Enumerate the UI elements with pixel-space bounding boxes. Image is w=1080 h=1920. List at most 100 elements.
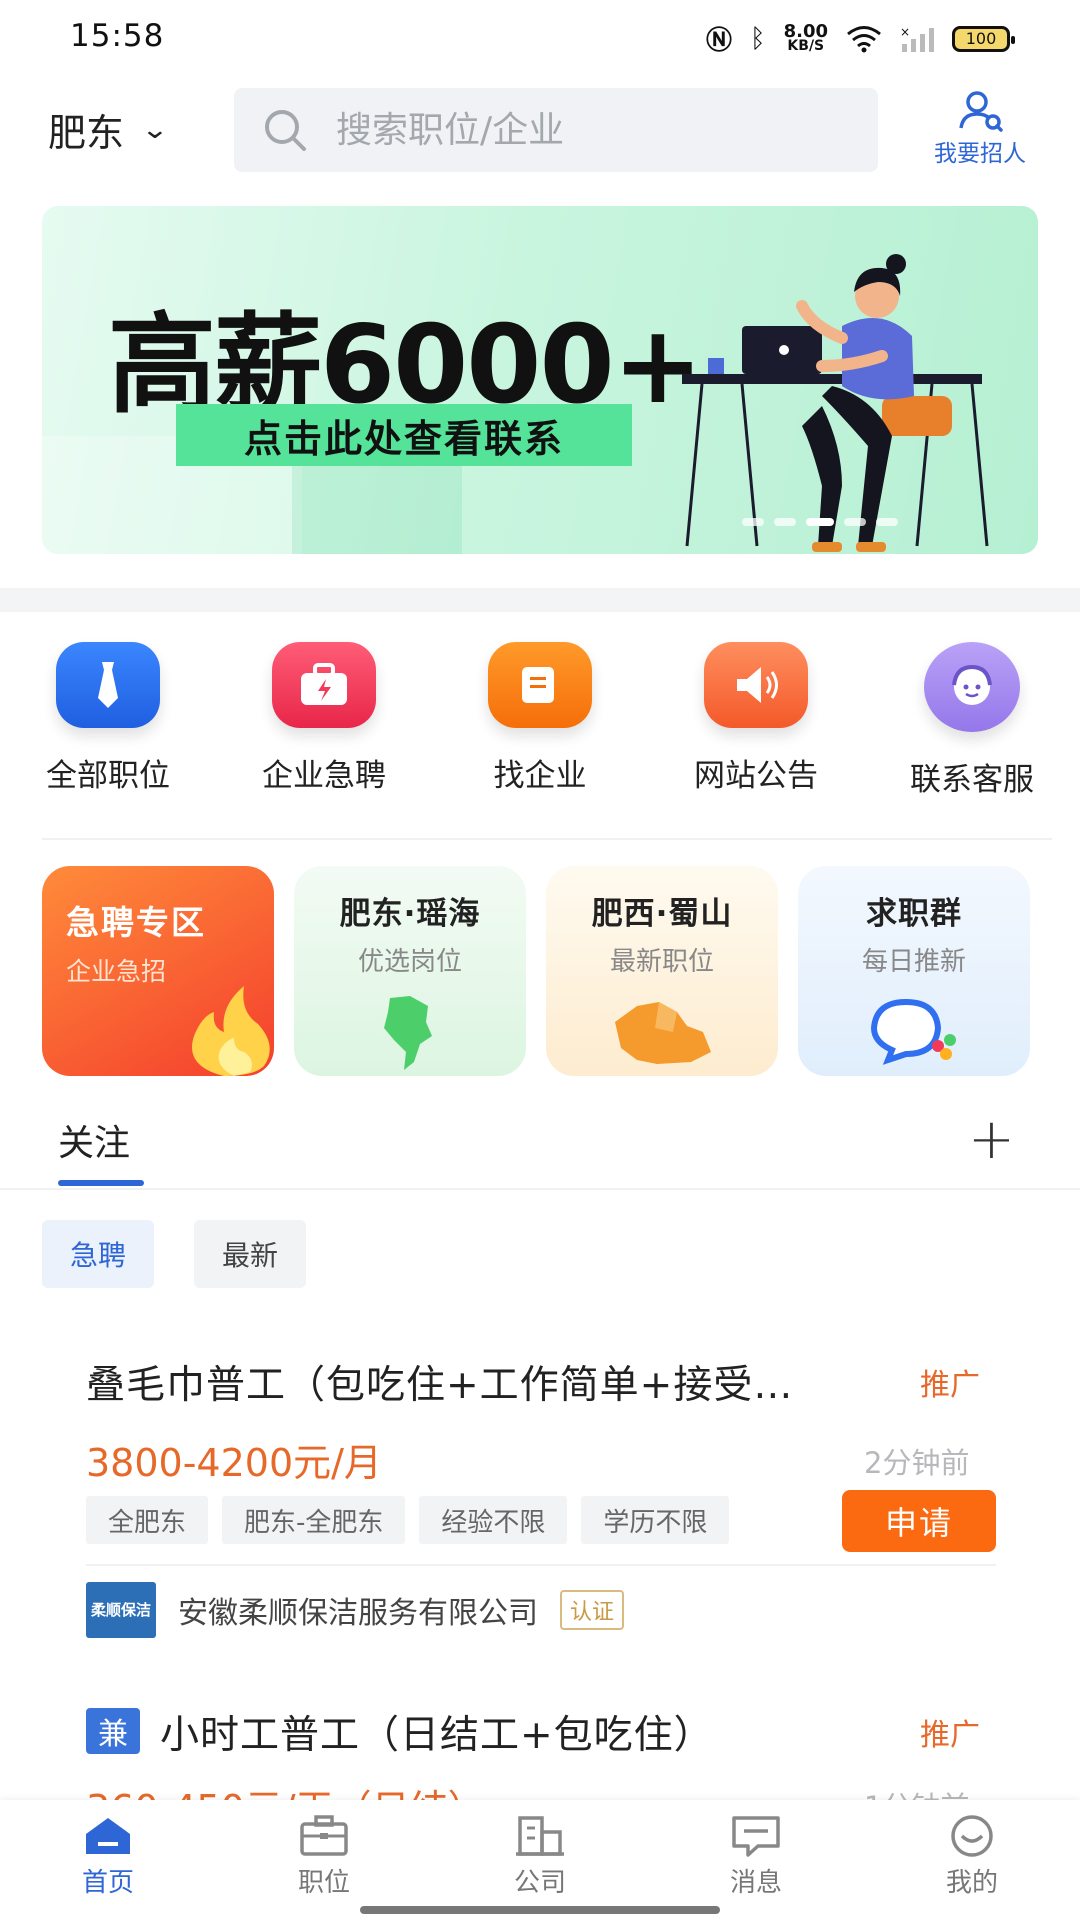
building-icon — [516, 1816, 564, 1856]
tab-follow[interactable]: 关注 — [58, 1114, 130, 1166]
nav-label: 我的 — [945, 1868, 998, 1898]
job-salary: 3800-4200元/月 — [86, 1441, 382, 1485]
carousel-dot[interactable] — [742, 518, 764, 526]
battery-icon: 100 — [952, 25, 1015, 52]
recruit-button[interactable]: 我要招人 — [920, 90, 1040, 168]
card-subtitle: 优选岗位 — [357, 947, 462, 977]
company-logo: 柔顺保洁 — [86, 1582, 156, 1638]
entry-label: 企业急聘 — [262, 758, 386, 794]
card-urgent-zone[interactable]: 急聘专区 企业急招 — [42, 866, 274, 1076]
nav-label: 消息 — [729, 1868, 782, 1898]
banner-subline: 点击此处查看联系 — [176, 404, 632, 466]
home-icon — [86, 1818, 130, 1854]
header: 肥东 ⌄ 我要招人 — [0, 80, 1080, 190]
promo-badge: 推广 — [920, 1718, 980, 1753]
card-subtitle: 每日推新 — [861, 947, 966, 977]
entry-label: 找企业 — [493, 758, 587, 794]
nav-company[interactable]: 公司 — [432, 1814, 648, 1899]
job-tag: 学历不限 — [581, 1496, 730, 1544]
bluetooth-icon: ᛒ — [749, 23, 766, 54]
flame-icon — [192, 986, 270, 1076]
home-indicator[interactable] — [360, 1906, 720, 1914]
card-feixi-shushan[interactable]: 肥西·蜀山 最新职位 — [546, 866, 778, 1076]
job-tag: 经验不限 — [419, 1496, 568, 1544]
job-title: 小时工普工（日结工+包吃住） — [160, 1713, 714, 1758]
orange-map-icon — [615, 1002, 711, 1064]
card-subtitle: 最新职位 — [609, 947, 714, 977]
filter-bar: 急聘 最新 — [0, 1190, 1080, 1304]
net-speed-unit: KB/S — [787, 37, 825, 54]
tab-active-indicator — [58, 1180, 144, 1186]
chat-group-icon — [870, 998, 956, 1065]
card-feidong-yaohai[interactable]: 肥东·瑶海 优选岗位 — [294, 866, 526, 1076]
job-title: 叠毛巾普工（包吃住+工作简单+接受… — [86, 1363, 794, 1408]
entry-find-company[interactable]: 找企业 — [432, 642, 648, 795]
filter-latest[interactable]: 最新 — [194, 1220, 307, 1288]
divider — [86, 1564, 996, 1566]
briefcase-flash-icon — [272, 642, 376, 728]
nav-messages[interactable]: 消息 — [648, 1814, 864, 1899]
entry-label: 全部职位 — [46, 758, 170, 794]
smile-icon — [951, 1815, 993, 1857]
recruit-person-icon — [959, 91, 1003, 132]
nav-home[interactable]: 首页 — [0, 1814, 216, 1899]
entry-announcements[interactable]: 网站公告 — [648, 642, 864, 795]
company-name: 安徽柔顺保洁服务有限公司 — [178, 1596, 538, 1631]
speaker-icon — [704, 642, 808, 728]
part-time-badge: 兼 — [86, 1708, 140, 1754]
status-bar: 15:58 Ⓝ ᛒ 8.00 KB/S × 100 — [0, 0, 1080, 80]
green-map-icon — [384, 996, 432, 1070]
plus-icon[interactable]: + — [968, 1110, 1015, 1170]
entry-label: 网站公告 — [694, 758, 818, 794]
woman-at-laptop-illustration — [682, 254, 989, 552]
status-icons: Ⓝ ᛒ 8.00 KB/S × 100 — [705, 20, 1015, 57]
search-bar[interactable] — [234, 88, 878, 172]
svg-text:×: × — [900, 26, 910, 39]
search-input[interactable] — [336, 109, 836, 151]
entry-customer-service[interactable]: 联系客服 — [864, 642, 1080, 799]
filter-urgent[interactable]: 急聘 — [42, 1220, 155, 1288]
entry-urgent-hiring[interactable]: 企业急聘 — [216, 642, 432, 795]
message-icon — [732, 1816, 780, 1857]
carousel-dot[interactable] — [876, 518, 898, 526]
carousel-dots — [742, 518, 898, 526]
apply-button[interactable]: 申请 — [842, 1490, 996, 1552]
job-tags: 全肥东 肥东-全肥东 经验不限 学历不限 — [86, 1496, 730, 1544]
search-icon — [265, 110, 306, 151]
job-tag: 全肥东 — [86, 1496, 209, 1544]
net-speed-value: 8.00 — [783, 20, 828, 42]
document-icon — [488, 642, 592, 728]
entry-all-jobs[interactable]: 全部职位 — [0, 642, 216, 795]
job-posted-time: 2分钟前 — [864, 1446, 970, 1480]
carousel-dot-active[interactable] — [806, 518, 834, 526]
job-card[interactable]: 叠毛巾普工（包吃住+工作简单+接受… 推广 3800-4200元/月 2分钟前 … — [28, 1324, 1052, 1654]
nfc-icon: Ⓝ — [705, 26, 732, 56]
job-tag: 肥东-全肥东 — [222, 1496, 406, 1544]
banner-decoration — [292, 456, 462, 554]
entry-label: 联系客服 — [910, 762, 1034, 798]
city-selector[interactable]: 肥东 ⌄ — [48, 102, 170, 157]
banner-section: 高薪6000+ 点击此处查看联系 — [0, 190, 1080, 588]
status-time: 15:58 — [70, 18, 165, 54]
promo-banner[interactable]: 高薪6000+ 点击此处查看联系 — [42, 206, 1038, 554]
chevron-down-icon: ⌄ — [140, 114, 170, 145]
customer-service-icon — [924, 642, 1020, 732]
nav-label: 公司 — [513, 1868, 566, 1898]
divider — [42, 838, 1052, 840]
card-job-group[interactable]: 求职群 每日推新 — [798, 866, 1030, 1076]
card-title: 急聘专区 — [66, 903, 206, 942]
card-title: 求职群 — [866, 896, 962, 932]
card-title: 肥东·瑶海 — [339, 896, 481, 932]
carousel-dot[interactable] — [844, 518, 866, 526]
city-label: 肥东 — [48, 111, 125, 155]
nav-label: 首页 — [81, 1868, 134, 1898]
nav-jobs[interactable]: 职位 — [216, 1814, 432, 1899]
follow-tab-bar: 关注 + — [0, 1102, 1080, 1190]
bottom-navigation: 首页 职位 公司 消息 我的 — [0, 1800, 1080, 1920]
network-speed: 8.00 KB/S — [783, 20, 828, 54]
nav-label: 职位 — [297, 1868, 350, 1898]
carousel-dot[interactable] — [774, 518, 796, 526]
signal-icon: × — [900, 26, 934, 52]
company-row[interactable]: 柔顺保洁 安徽柔顺保洁服务有限公司 认证 — [86, 1582, 625, 1638]
nav-mine[interactable]: 我的 — [864, 1814, 1080, 1899]
